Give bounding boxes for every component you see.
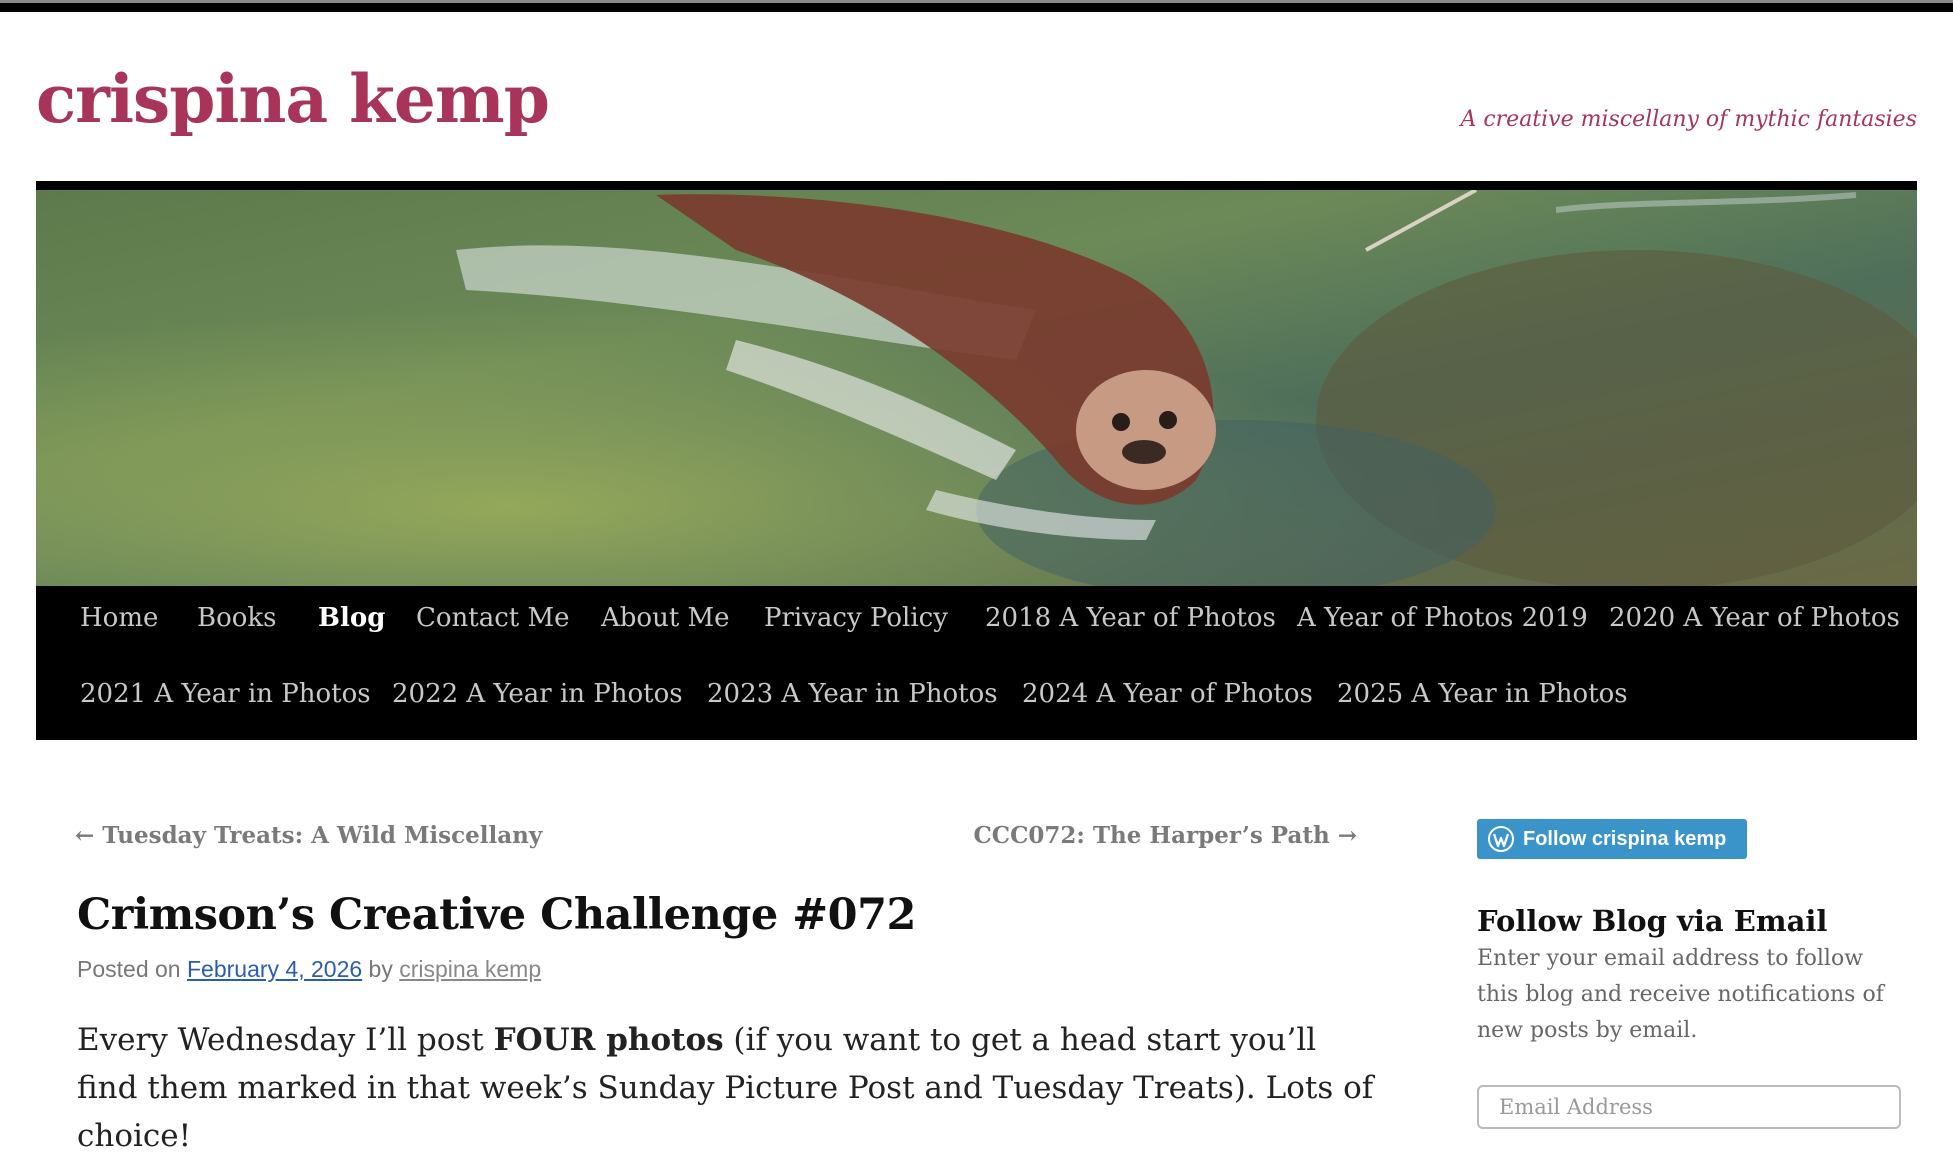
email-address-input[interactable] xyxy=(1477,1085,1901,1129)
wordpress-icon xyxy=(1488,826,1514,852)
nav-2025-a-year-in-photos[interactable]: 2025 A Year in Photos xyxy=(1337,679,1628,709)
nav-blog[interactable]: Blog xyxy=(318,603,385,633)
nav-2023-a-year-in-photos[interactable]: 2023 A Year in Photos xyxy=(707,679,998,709)
site-title[interactable]: crispina kemp xyxy=(36,66,550,132)
post-content: Every Wednesday I’ll post FOUR photos (i… xyxy=(77,1016,1377,1160)
post-date-link[interactable]: February 4, 2026 xyxy=(187,956,362,982)
nav-privacy-policy[interactable]: Privacy Policy xyxy=(764,603,948,633)
site-tagline: A creative miscellany of mythic fantasie… xyxy=(1460,107,1917,132)
next-post-link[interactable]: CCC072: The Harper’s Path → xyxy=(974,822,1358,849)
nav-2018-a-year-of-photos[interactable]: 2018 A Year of Photos xyxy=(985,603,1276,633)
nav-books[interactable]: Books xyxy=(197,603,277,633)
post-meta: Posted on February 4, 2026 by crispina k… xyxy=(77,956,541,983)
posted-on-label: Posted on xyxy=(77,956,181,982)
nav-home[interactable]: Home xyxy=(80,603,158,633)
nav-contact-me[interactable]: Contact Me xyxy=(416,603,570,633)
nav-2024-a-year-of-photos[interactable]: 2024 A Year of Photos xyxy=(1022,679,1313,709)
top-border xyxy=(0,0,1953,12)
main-nav: Home Books Blog Contact Me About Me Priv… xyxy=(36,586,1917,740)
nav-2020-a-year-of-photos[interactable]: 2020 A Year of Photos xyxy=(1609,603,1900,633)
nav-2022-a-year-in-photos[interactable]: 2022 A Year in Photos xyxy=(392,679,683,709)
header-frame: Home Books Blog Contact Me About Me Priv… xyxy=(36,181,1917,740)
post-body-bold: FOUR photos xyxy=(493,1022,724,1058)
post-body-intro: Every Wednesday I’ll post xyxy=(77,1022,494,1058)
nav-about-me[interactable]: About Me xyxy=(601,603,730,633)
email-widget-title: Follow Blog via Email xyxy=(1477,904,1828,938)
nav-a-year-of-photos-2019[interactable]: A Year of Photos 2019 xyxy=(1297,603,1588,633)
follow-button-label: Follow crispina kemp xyxy=(1523,827,1727,850)
email-widget-text: Enter your email address to follow this … xyxy=(1477,946,1884,1043)
by-label: by xyxy=(368,956,393,982)
author-link[interactable]: crispina kemp xyxy=(399,956,541,982)
nav-2021-a-year-in-photos[interactable]: 2021 A Year in Photos xyxy=(80,679,371,709)
header-image-otter xyxy=(36,190,1917,586)
post-title: Crimson’s Creative Challenge #072 xyxy=(77,890,916,940)
previous-post-link[interactable]: ← Tuesday Treats: A Wild Miscellany xyxy=(75,822,542,849)
follow-button[interactable]: Follow crispina kemp xyxy=(1477,819,1747,859)
